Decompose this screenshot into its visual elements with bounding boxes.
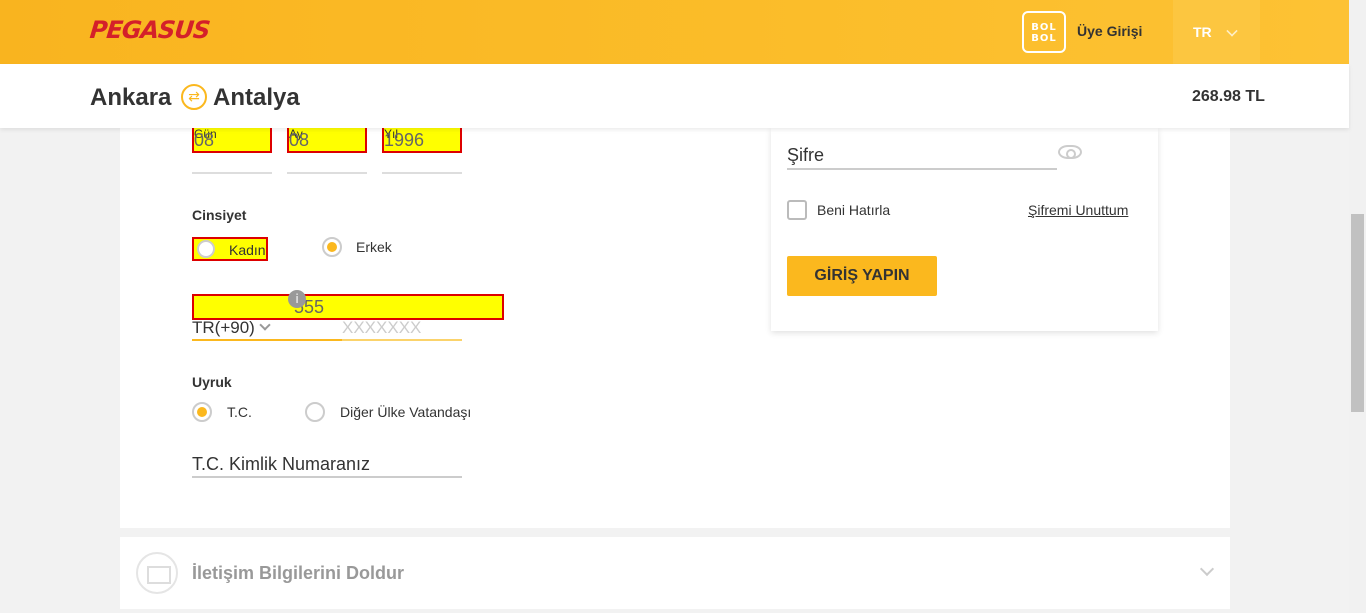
login-card: Şifre Beni Hatırla Şifremi Unuttum GİRİŞ…	[771, 128, 1158, 331]
forgot-password-link[interactable]: Şifremi Unuttum	[1028, 202, 1128, 218]
tc-id-input[interactable]: T.C. Kimlik Numaranız	[192, 454, 370, 475]
birth-day-underline	[192, 172, 272, 174]
radio-other-country[interactable]	[305, 402, 325, 422]
remember-me-checkbox[interactable]	[787, 200, 807, 220]
pegasus-logo[interactable]: PEGASUS	[89, 16, 211, 44]
language-label: TR	[1193, 24, 1212, 40]
birth-year-field[interactable]: Yıl 1996	[382, 125, 462, 153]
birth-year-underline	[382, 172, 462, 174]
eye-icon[interactable]	[1058, 145, 1082, 159]
birth-month-underline	[287, 172, 367, 174]
gender-option-female[interactable]: Kadın	[192, 237, 268, 261]
gender-female-label: Kadın	[229, 242, 266, 258]
total-price: 268.98 TL	[1192, 88, 1265, 105]
remember-me-label: Beni Hatırla	[817, 202, 891, 218]
country-code-select[interactable]: TR(+90)	[192, 318, 255, 338]
country-code-underline	[192, 339, 342, 341]
radio-male[interactable]	[322, 237, 342, 257]
password-underline	[787, 168, 1057, 170]
login-button[interactable]: GİRİŞ YAPIN	[787, 256, 937, 296]
swap-icon: ⇄	[181, 84, 207, 110]
language-selector[interactable]: TR	[1173, 0, 1260, 64]
contact-info-title: İletişim Bilgilerini Doldur	[192, 563, 405, 583]
radio-tc[interactable]	[192, 402, 212, 422]
nationality-label: Uyruk	[192, 374, 232, 390]
top-bar: PEGASUS BOL BOL Üye Girişi TR	[0, 0, 1349, 64]
chevron-down-icon[interactable]	[1199, 561, 1215, 577]
gender-male-label: Erkek	[356, 239, 392, 255]
bolbol-line-1: BOL	[1031, 22, 1057, 33]
contact-info-section[interactable]: İletişim Bilgilerini Doldur	[120, 537, 1230, 609]
info-icon[interactable]: i	[288, 290, 306, 308]
envelope-icon	[136, 552, 178, 594]
nationality-other-label: Diğer Ülke Vatandaşı	[340, 404, 472, 420]
bolbol-logo[interactable]: BOL BOL	[1022, 11, 1066, 53]
bolbol-line-2: BOL	[1031, 33, 1057, 44]
password-input[interactable]: Şifre	[787, 145, 824, 166]
birth-year-value: 1996	[384, 130, 425, 150]
destination-city: Antalya	[213, 84, 300, 111]
birth-day-value: 08	[194, 130, 215, 150]
phone-placeholder: XXXXXXX	[342, 318, 422, 337]
birth-month-field[interactable]: Ay 08	[287, 125, 367, 153]
chevron-down-icon	[1226, 25, 1238, 37]
tc-id-underline	[192, 476, 462, 478]
birth-day-field[interactable]: Gün 08	[192, 125, 272, 153]
route-bar: Ankara ⇄ Antalya 268.98 TL	[0, 64, 1349, 128]
radio-female[interactable]	[197, 240, 215, 258]
phone-number-field[interactable]: 555	[192, 294, 504, 320]
phone-underline	[342, 339, 462, 341]
nationality-tc-label: T.C.	[227, 404, 252, 420]
origin-city: Ankara	[90, 84, 172, 111]
member-login-link[interactable]: Üye Girişi	[1077, 23, 1142, 39]
gender-label: Cinsiyet	[192, 207, 247, 223]
birth-month-value: 08	[289, 130, 310, 150]
scrollbar-thumb[interactable]	[1351, 214, 1364, 412]
